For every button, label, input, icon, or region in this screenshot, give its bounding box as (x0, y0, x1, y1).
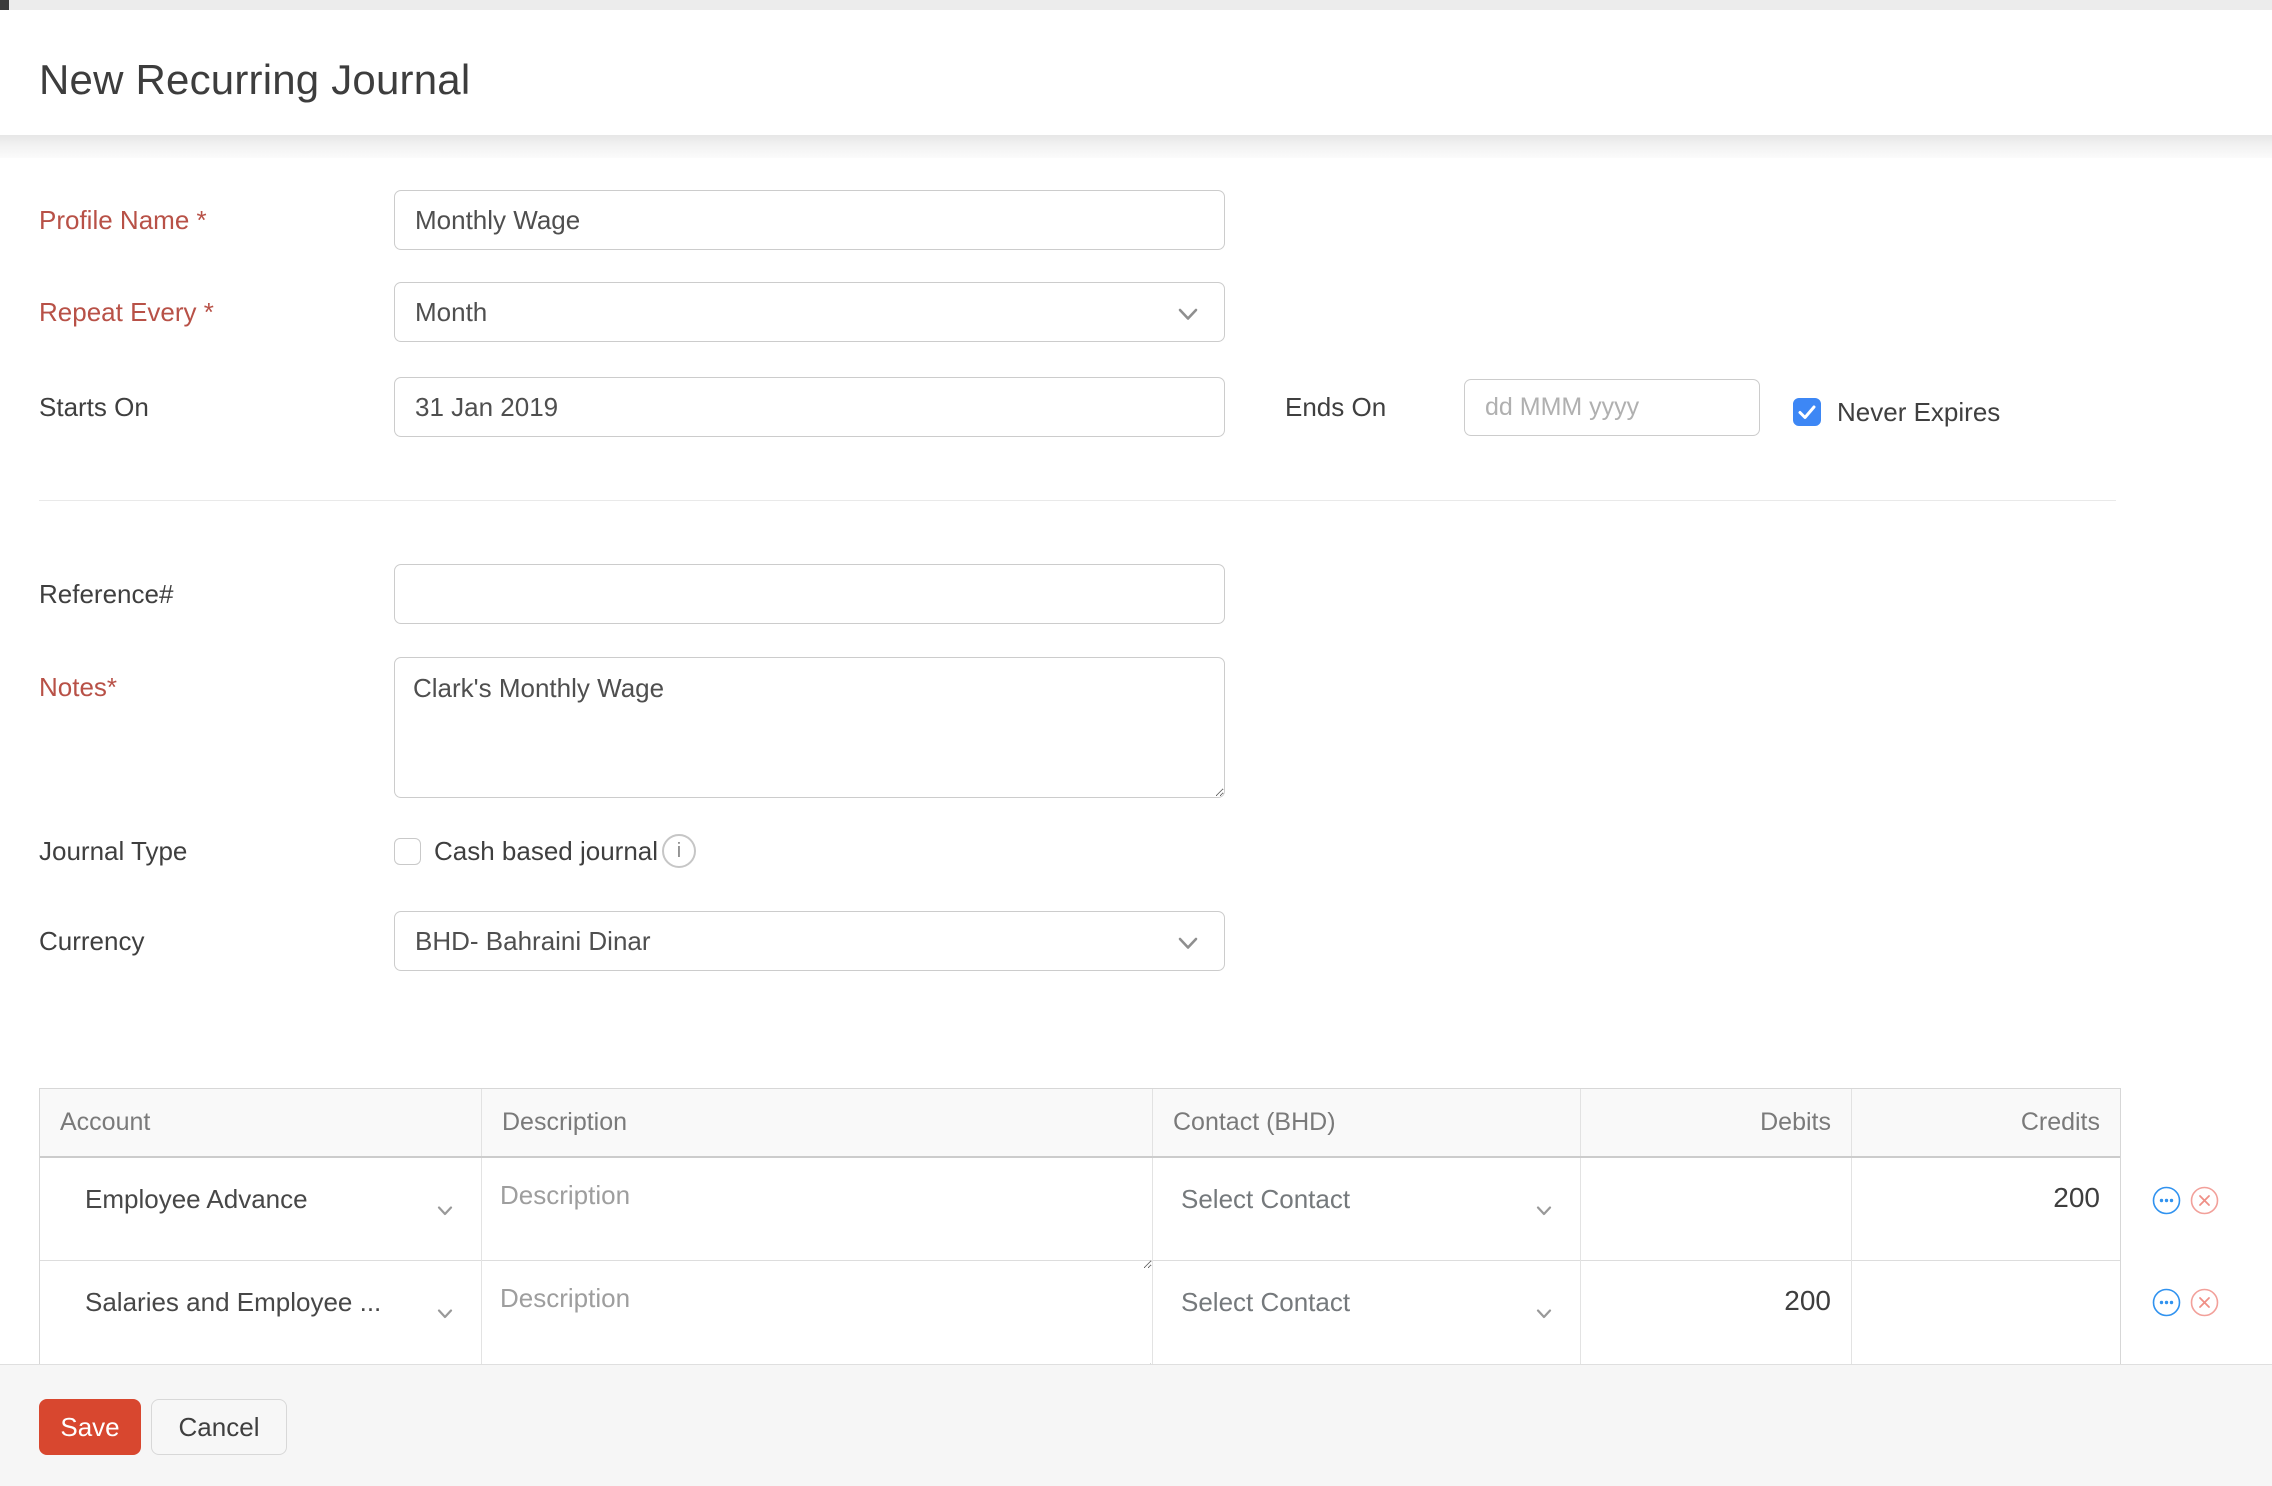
account-select[interactable]: Employee Advance (40, 1158, 482, 1269)
account-value: Salaries and Employee ... (85, 1287, 382, 1317)
profile-name-input[interactable] (394, 190, 1225, 250)
notes-label: Notes* (39, 672, 118, 702)
reference-label: Reference# (39, 579, 174, 609)
col-header-contact: Contact (BHD) (1153, 1089, 1581, 1156)
repeat-every-select[interactable]: Month (394, 282, 1225, 342)
chevron-down-icon (437, 1192, 453, 1223)
cancel-button[interactable]: Cancel (151, 1399, 287, 1455)
reference-input[interactable] (394, 564, 1225, 624)
cash-based-journal-label[interactable]: Cash based journal (434, 836, 658, 866)
journal-type-label: Journal Type (39, 836, 188, 866)
line-items-table: Account Description Contact (BHD) Debits… (39, 1088, 2121, 1372)
credits-cell[interactable] (1852, 1261, 2120, 1372)
description-textarea[interactable] (482, 1158, 1152, 1269)
debits-cell[interactable] (1581, 1158, 1852, 1269)
never-expires-checkbox[interactable] (1793, 398, 1821, 426)
page-title: New Recurring Journal (39, 56, 471, 103)
currency-label: Currency (39, 926, 145, 956)
contact-select[interactable]: Select Contact (1153, 1158, 1581, 1269)
repeat-every-value: Month (415, 296, 488, 327)
chevron-down-icon (1536, 1295, 1552, 1326)
ends-on-input[interactable] (1464, 379, 1760, 436)
table-row: Salaries and Employee ... Select Contact… (40, 1261, 2120, 1372)
contact-value: Select Contact (1181, 1287, 1351, 1317)
col-header-debits: Debits (1581, 1089, 1852, 1156)
notes-textarea[interactable]: Clark's Monthly Wage (394, 657, 1225, 798)
row-options-icon[interactable] (2152, 1186, 2181, 1220)
ends-on-label: Ends On (1285, 392, 1387, 422)
section-divider (39, 500, 2116, 501)
currency-select[interactable]: BHD- Bahraini Dinar (394, 911, 1225, 971)
col-header-description: Description (482, 1089, 1153, 1156)
col-header-credits: Credits (2020, 1108, 2100, 1136)
chevron-down-icon (437, 1295, 453, 1326)
row-options-icon[interactable] (2152, 1288, 2181, 1322)
info-icon[interactable]: i (662, 834, 696, 868)
row-delete-icon[interactable] (2190, 1186, 2219, 1220)
top-chrome-strip (0, 0, 2272, 10)
chevron-down-icon (1178, 926, 1198, 957)
repeat-every-label: Repeat Every * (39, 297, 214, 327)
footer-bar: Save Cancel (0, 1364, 2272, 1486)
row-delete-icon[interactable] (2190, 1288, 2219, 1322)
chevron-down-icon (1536, 1192, 1552, 1223)
profile-name-label: Profile Name * (39, 205, 207, 235)
page-header: New Recurring Journal (0, 10, 2272, 135)
credits-cell[interactable]: 200 (1852, 1158, 2120, 1269)
top-left-mark (0, 0, 9, 10)
contact-select[interactable]: Select Contact (1153, 1261, 1581, 1372)
row-actions (2152, 1288, 2219, 1322)
starts-on-label: Starts On (39, 392, 149, 422)
chevron-down-icon (1178, 297, 1198, 328)
contact-value: Select Contact (1181, 1184, 1351, 1214)
table-header-row: Account Description Contact (BHD) Debits… (40, 1089, 2120, 1158)
save-button[interactable]: Save (39, 1399, 141, 1455)
table-row: Employee Advance Select Contact 200 (40, 1158, 2120, 1269)
header-divider (0, 135, 2272, 158)
col-header-account: Account (40, 1089, 482, 1156)
account-value: Employee Advance (85, 1184, 308, 1214)
cash-based-journal-checkbox[interactable] (394, 838, 421, 865)
starts-on-input[interactable] (394, 377, 1225, 437)
check-icon (1798, 405, 1816, 419)
row-actions (2152, 1186, 2219, 1220)
account-select[interactable]: Salaries and Employee ... (40, 1261, 482, 1372)
never-expires-label[interactable]: Never Expires (1837, 397, 2000, 427)
currency-value: BHD- Bahraini Dinar (415, 925, 651, 956)
debits-cell[interactable]: 200 (1581, 1261, 1852, 1372)
description-textarea[interactable] (482, 1261, 1152, 1372)
